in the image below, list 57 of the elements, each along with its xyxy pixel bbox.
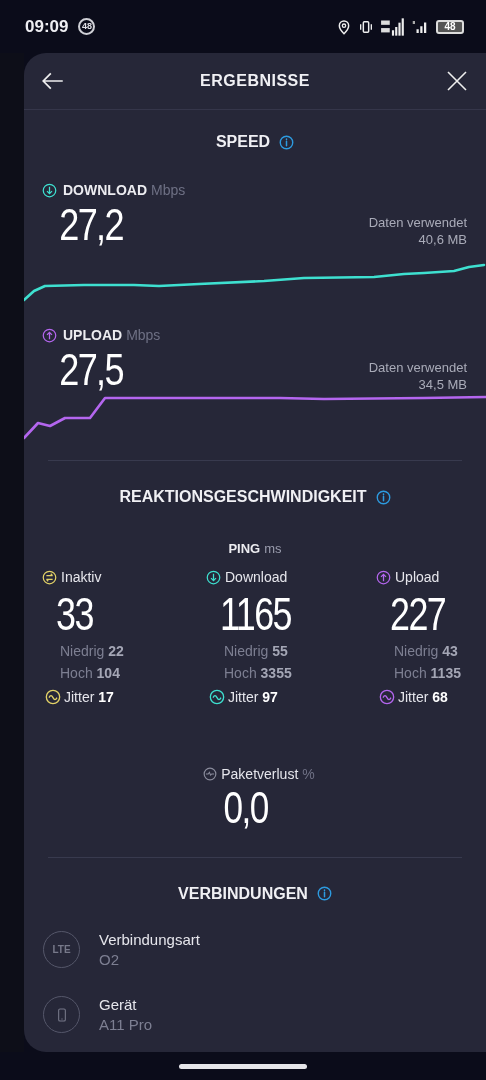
jitter-text: Jitter 97	[228, 687, 278, 707]
arrow-down-icon	[206, 569, 221, 585]
data-used-label: Daten verwendet	[368, 359, 467, 376]
packet-loss-unit: %	[302, 764, 315, 784]
jitter-text: Jitter 17	[64, 687, 114, 707]
speed-label: DOWNLOAD	[63, 181, 147, 200]
packet-loss-icon	[203, 767, 218, 781]
connection-value: O2	[99, 949, 120, 970]
arrow-down-icon	[42, 183, 57, 198]
data-used-value: 34,5 MB	[418, 376, 467, 393]
speed-value: 27,2	[58, 201, 124, 249]
swap-arrows-icon	[42, 569, 57, 585]
close-icon	[445, 69, 469, 93]
status-time: 09:09	[25, 15, 69, 38]
connection-label: Gerät	[99, 994, 138, 1015]
speed-unit: Mbps	[126, 326, 161, 345]
packet-loss-value: 0,0	[223, 784, 269, 831]
ping-stat: Niedrig 55	[223, 641, 289, 661]
ping-unit: ms	[264, 540, 282, 558]
section-title: VERBINDUNGEN	[178, 883, 308, 904]
network-type-label: LTE	[52, 943, 71, 957]
arrow-up-icon	[376, 569, 391, 585]
ping-type-label: Upload	[395, 567, 440, 587]
data-used-label: Daten verwendet	[368, 214, 467, 231]
info-icon[interactable]	[375, 489, 391, 505]
connection-value: A11 Pro	[99, 1014, 153, 1035]
screen-title: ERGEBNISSE	[200, 71, 310, 91]
ping-stat: Hoch 1135	[393, 663, 462, 683]
location-icon	[336, 18, 352, 35]
speed-unit: Mbps	[151, 181, 186, 200]
ping-stat: Hoch 3355	[223, 663, 293, 683]
wave-icon	[45, 689, 61, 705]
ping-value: 33	[55, 587, 94, 640]
info-icon[interactable]	[279, 134, 295, 150]
section-title: SPEED	[215, 132, 271, 152]
ping-type-label: Download	[225, 567, 288, 587]
jitter-text: Jitter 68	[398, 687, 448, 707]
battery-level: 48	[436, 19, 464, 34]
data-used-value: 40,6 MB	[418, 231, 467, 248]
ping-value: 1165	[219, 587, 292, 640]
ping-value: 227	[389, 587, 447, 640]
ping-stat: Niedrig 22	[59, 641, 125, 661]
packet-loss-label: Paketverlust	[221, 764, 299, 784]
arrow-up-icon	[42, 328, 57, 343]
ping-label: PING	[228, 540, 261, 558]
section-title: REAKTIONSGESCHWINDIGKEIT	[119, 487, 367, 507]
wave-icon	[379, 689, 395, 705]
connection-label: Verbindungsart	[99, 929, 200, 950]
notification-count: 48	[78, 18, 96, 35]
vibrate-icon	[358, 18, 374, 35]
speed-label: UPLOAD	[63, 326, 123, 345]
ping-stat: Niedrig 43	[393, 641, 459, 661]
speed-value: 27,5	[58, 346, 124, 394]
ping-stat: Hoch 104	[59, 663, 121, 683]
info-icon[interactable]	[316, 886, 332, 901]
ping-type-label: Inaktiv	[61, 567, 102, 587]
wave-icon	[209, 689, 225, 705]
